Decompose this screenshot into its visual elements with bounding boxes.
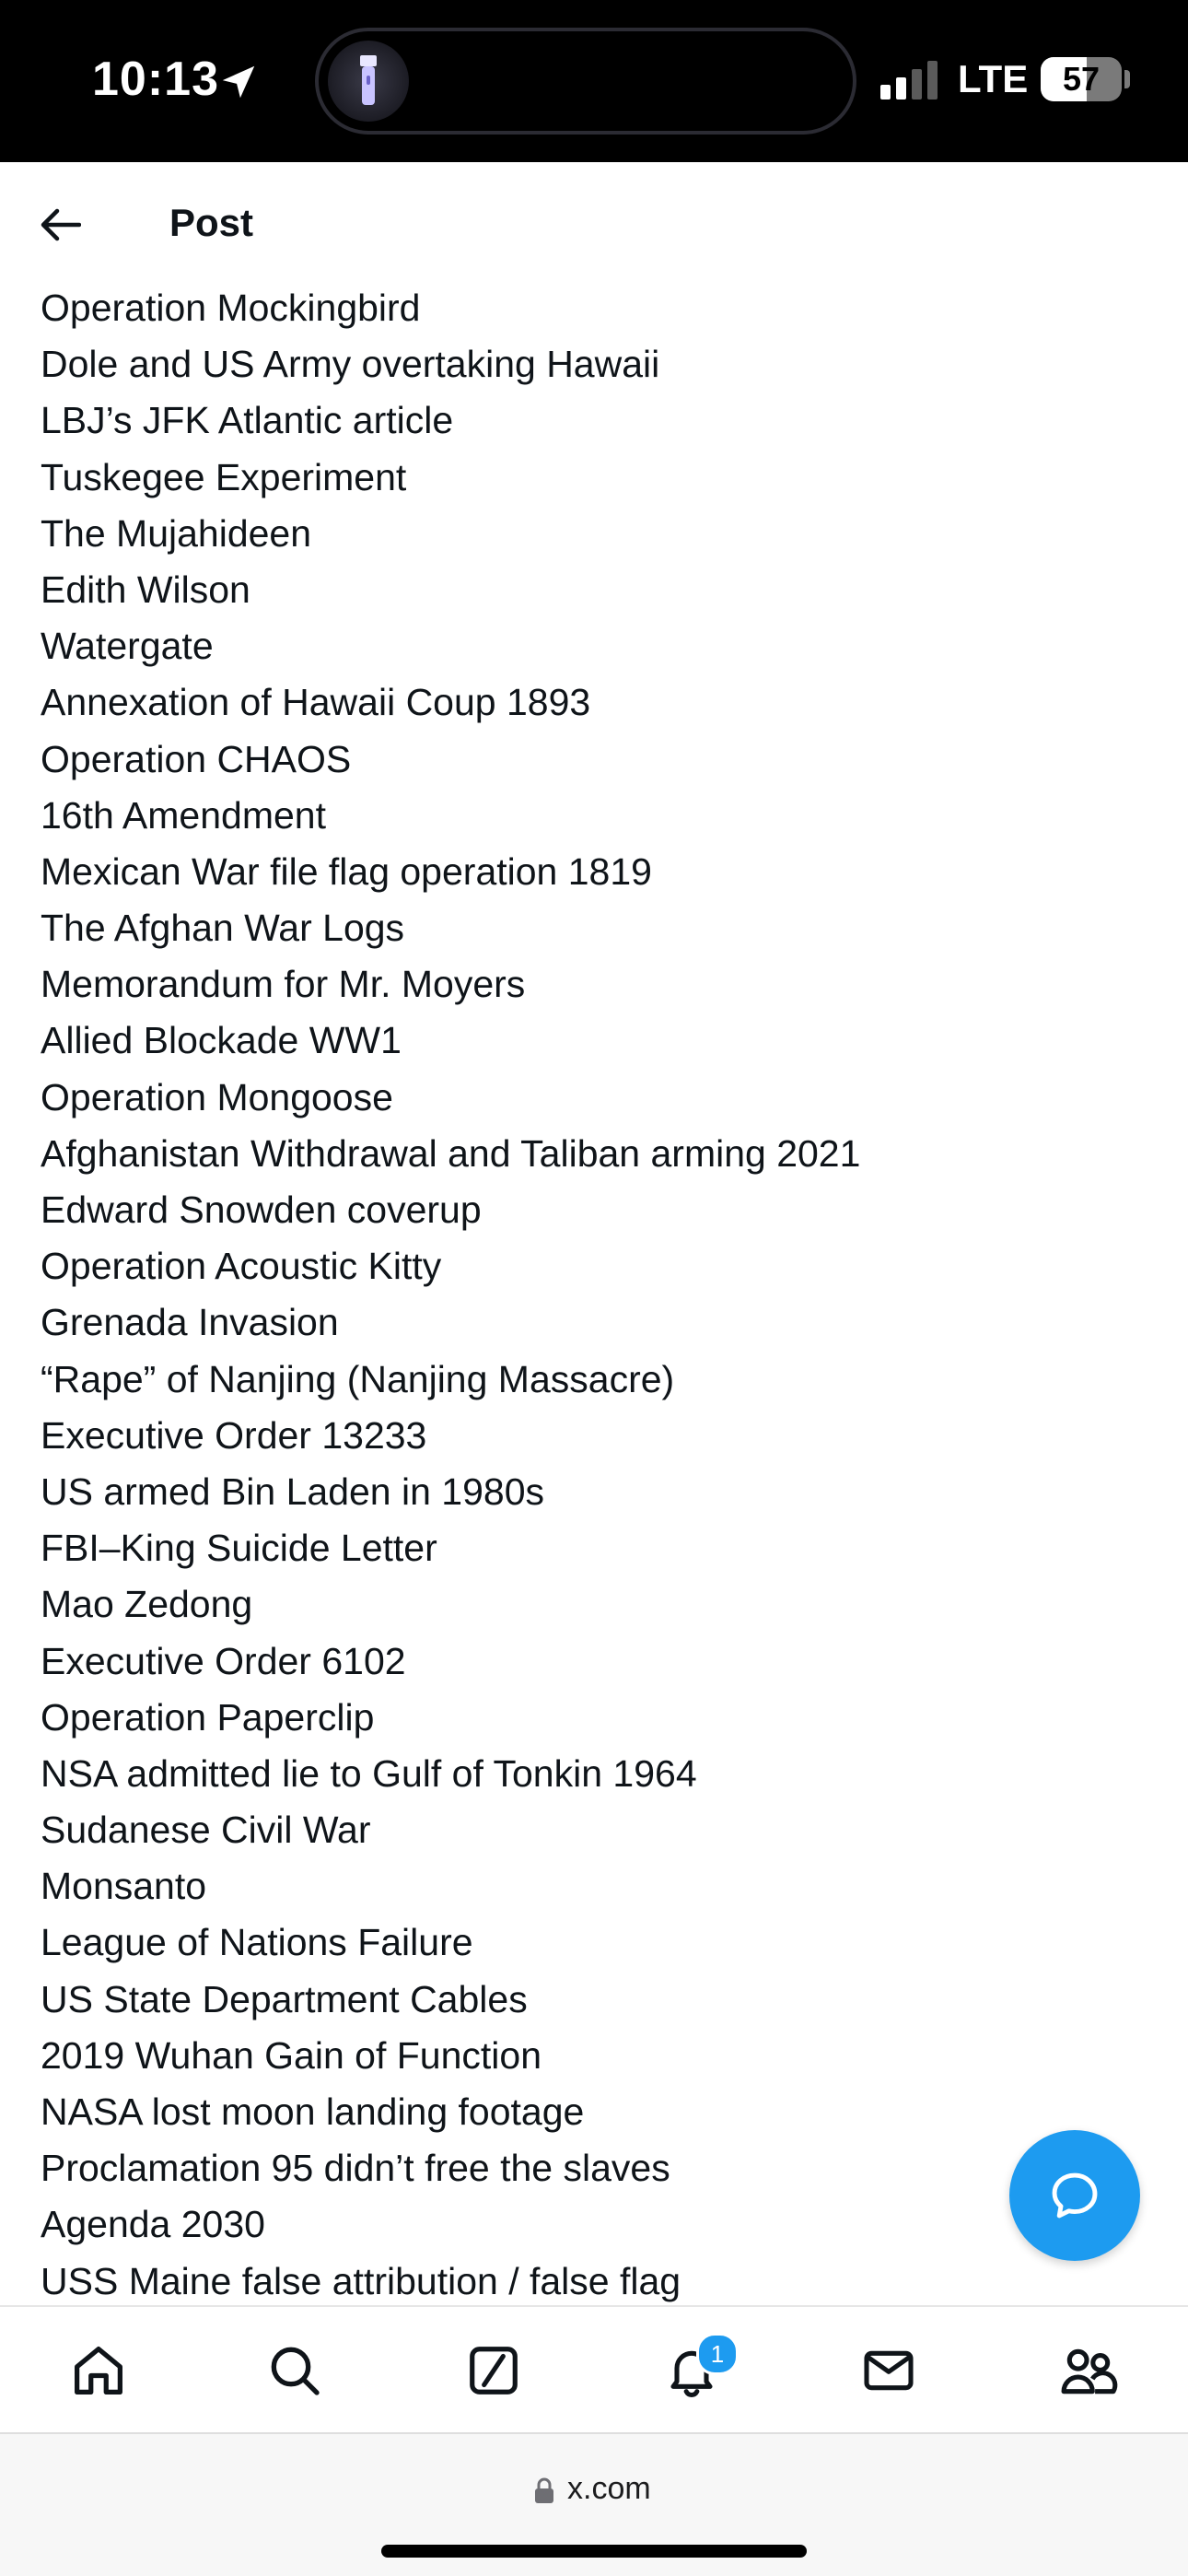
chat-bubble-icon bbox=[1052, 2172, 1098, 2219]
post-line: Tuskegee Experiment bbox=[41, 455, 407, 498]
search-icon bbox=[271, 2347, 320, 2395]
post-line: NSA admitted lie to Gulf of Tonkin 1964 bbox=[41, 1751, 697, 1795]
post-line: Operation Mockingbird bbox=[41, 287, 421, 329]
post-line: Executive Order 6102 bbox=[41, 1639, 406, 1682]
post-line: Executive Order 13233 bbox=[41, 1413, 427, 1457]
cellular-signal-icon bbox=[880, 61, 938, 100]
post-line: Operation CHAOS bbox=[41, 737, 352, 780]
bottom-tab-bar: 1 bbox=[0, 2305, 1188, 2432]
post-line: The Afghan War Logs bbox=[41, 907, 405, 950]
post-line: Grenada Invasion bbox=[41, 1301, 339, 1344]
post-line: Allied Blockade WW1 bbox=[41, 1019, 402, 1062]
post-line: Sudanese Civil War bbox=[41, 1809, 371, 1852]
post-line: USS Maine false attribution / false flag bbox=[41, 2259, 681, 2302]
post-line: Dole and US Army overtaking Hawaii bbox=[41, 343, 660, 386]
home-indicator[interactable] bbox=[381, 2545, 807, 2558]
post-line: Agenda 2030 bbox=[41, 2203, 265, 2246]
network-type: LTE bbox=[958, 57, 1029, 100]
floating-reply-button[interactable] bbox=[1009, 2130, 1140, 2261]
post-line: “Rape” of Nanjing (Nanjing Massacre) bbox=[41, 1357, 675, 1400]
home-icon bbox=[75, 2347, 122, 2395]
dynamic-island bbox=[315, 28, 856, 135]
post-line: Annexation of Hawaii Coup 1893 bbox=[41, 681, 591, 724]
grok-icon bbox=[470, 2347, 518, 2395]
page-title: Post bbox=[169, 201, 254, 244]
post-line: Watergate bbox=[41, 625, 214, 668]
post-line: NASA lost moon landing footage bbox=[41, 2090, 585, 2133]
post-line: Operation Mongoose bbox=[41, 1075, 393, 1118]
tab-search[interactable] bbox=[253, 2329, 336, 2412]
url-text: x.com bbox=[567, 2471, 651, 2506]
post-line: LBJ’s JFK Atlantic article bbox=[41, 399, 454, 442]
battery-icon: 57 bbox=[1041, 57, 1122, 101]
back-button[interactable] bbox=[33, 197, 88, 252]
post-line: US armed Bin Laden in 1980s bbox=[41, 1469, 545, 1513]
post-line: The Mujahideen bbox=[41, 511, 312, 555]
post-line: US State Department Cables bbox=[41, 1977, 528, 2020]
post-line: Afghanistan Withdrawal and Taliban armin… bbox=[41, 1131, 861, 1175]
post-body: Operation Mockingbird Dole and US Army ov… bbox=[41, 280, 1146, 2303]
post-line: League of Nations Failure bbox=[41, 1921, 473, 1964]
tab-notifications[interactable]: 1 bbox=[650, 2329, 739, 2412]
post-line: Operation Acoustic Kitty bbox=[41, 1245, 442, 1288]
post-line: Mexican War file flag operation 1819 bbox=[41, 849, 652, 893]
lock-icon bbox=[535, 2477, 553, 2503]
flashlight-icon bbox=[328, 41, 409, 122]
post-line: Edward Snowden coverup bbox=[41, 1188, 482, 1231]
location-arrow-icon bbox=[222, 65, 255, 99]
communities-icon bbox=[1061, 2348, 1118, 2395]
status-bar: 10:13 LTE 57 bbox=[0, 0, 1188, 162]
post-line: 2019 Wuhan Gain of Function bbox=[41, 2033, 542, 2077]
post-line: FBI–King Suicide Letter bbox=[41, 1527, 437, 1570]
post-line: 16th Amendment bbox=[41, 793, 326, 837]
tab-grok[interactable] bbox=[452, 2329, 535, 2412]
back-arrow-icon bbox=[41, 208, 81, 241]
notification-badge: 1 bbox=[696, 2333, 739, 2375]
post-line: Proclamation 95 didn’t free the slaves bbox=[41, 2147, 670, 2190]
status-time: 10:13 bbox=[92, 53, 219, 106]
post-line: Memorandum for Mr. Moyers bbox=[41, 963, 526, 1006]
tab-home[interactable] bbox=[57, 2329, 140, 2412]
post-header: Post bbox=[0, 162, 1188, 282]
browser-address-bar[interactable]: x.com bbox=[0, 2432, 1188, 2576]
battery-nub bbox=[1124, 70, 1130, 88]
post-line: Mao Zedong bbox=[41, 1583, 253, 1626]
battery-level: 57 bbox=[1062, 60, 1101, 98]
tab-communities[interactable] bbox=[1047, 2329, 1130, 2412]
tab-messages[interactable] bbox=[847, 2329, 930, 2412]
post-line: Edith Wilson bbox=[41, 568, 250, 611]
post-line: Operation Paperclip bbox=[41, 1695, 375, 1739]
messages-icon bbox=[864, 2350, 914, 2391]
post-line: Monsanto bbox=[41, 1865, 207, 1908]
